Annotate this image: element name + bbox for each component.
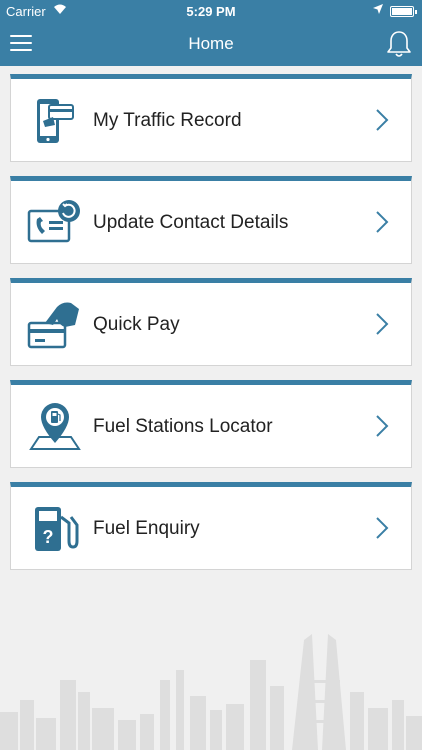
chevron-right-icon bbox=[376, 211, 389, 233]
status-time: 5:29 PM bbox=[186, 4, 236, 19]
phone-card-icon bbox=[37, 99, 74, 143]
menu-item-label: Fuel Stations Locator bbox=[93, 416, 273, 437]
chevron-right-icon bbox=[376, 313, 389, 335]
menu-item-quick-pay[interactable]: Quick Pay bbox=[10, 278, 412, 366]
svg-text:?: ? bbox=[43, 527, 54, 547]
nav-bar: Home bbox=[0, 22, 422, 66]
menu-item-fuel-enquiry[interactable]: ? Fuel Enquiry bbox=[10, 482, 412, 570]
app-header: Carrier 5:29 PM Home bbox=[0, 0, 422, 66]
city-skyline-illustration bbox=[0, 634, 422, 750]
location-arrow-icon bbox=[373, 4, 383, 14]
menu-item-update-contact-details[interactable]: Update Contact Details bbox=[10, 176, 412, 264]
menu-item-fuel-stations-locator[interactable]: Fuel Stations Locator bbox=[10, 380, 412, 468]
map-pin-fuel-icon bbox=[29, 403, 81, 450]
contact-card-icon bbox=[27, 200, 80, 243]
menu-item-label: Update Contact Details bbox=[93, 212, 289, 233]
status-bar: Carrier 5:29 PM bbox=[0, 0, 422, 22]
menu-item-label: Fuel Enquiry bbox=[93, 518, 200, 539]
chevron-right-icon bbox=[376, 517, 389, 539]
notification-bell-icon[interactable] bbox=[386, 30, 412, 58]
menu-item-my-traffic-record[interactable]: My Traffic Record bbox=[10, 74, 412, 162]
fuel-pump-icon: ? bbox=[35, 507, 79, 551]
page-title: Home bbox=[188, 34, 234, 53]
chevron-right-icon bbox=[376, 415, 389, 437]
battery-icon bbox=[390, 6, 417, 17]
menu-item-label: Quick Pay bbox=[93, 314, 180, 335]
chevron-right-icon bbox=[376, 109, 389, 131]
menu-item-label: My Traffic Record bbox=[93, 110, 242, 131]
hand-card-icon bbox=[27, 302, 79, 349]
